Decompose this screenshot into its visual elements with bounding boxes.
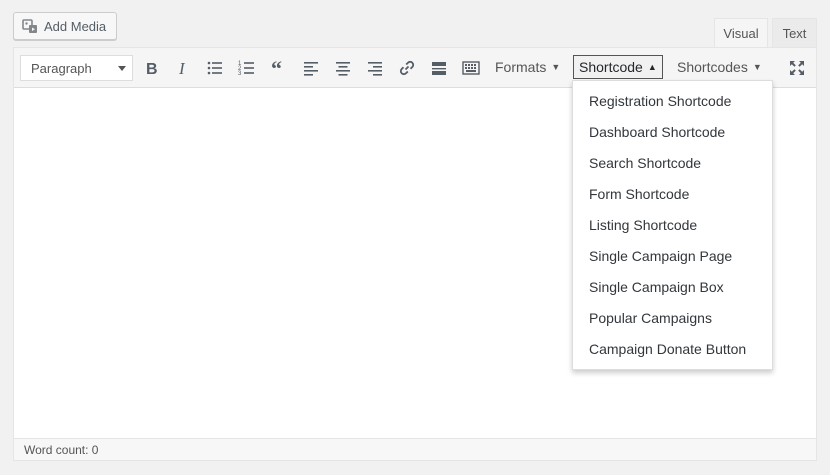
align-center-button[interactable] xyxy=(330,56,356,80)
svg-text:I: I xyxy=(178,59,186,77)
shortcode-label: Shortcode xyxy=(579,59,643,75)
menu-item-registration-shortcode[interactable]: Registration Shortcode xyxy=(573,85,772,116)
numbered-list-icon: 1 2 3 xyxy=(238,61,254,77)
toolbar-toggle-button[interactable] xyxy=(458,56,484,80)
read-more-icon xyxy=(432,62,446,75)
formats-label: Formats xyxy=(495,59,547,75)
menu-item-campaign-donate-button[interactable]: Campaign Donate Button xyxy=(573,333,772,364)
chevron-down-icon xyxy=(118,66,126,71)
tab-visual[interactable]: Visual xyxy=(714,18,768,47)
svg-text:“: “ xyxy=(271,59,282,77)
italic-icon: I xyxy=(178,59,186,77)
word-count: Word count: 0 xyxy=(24,442,99,457)
fullscreen-button[interactable] xyxy=(784,56,810,80)
shortcode-menu-button[interactable]: Shortcode ▲ xyxy=(573,55,663,79)
blockquote-icon: “ xyxy=(271,59,282,77)
menu-item-listing-shortcode[interactable]: Listing Shortcode xyxy=(573,209,772,240)
triangle-up-icon: ▲ xyxy=(647,62,657,72)
add-media-button[interactable]: Add Media xyxy=(13,12,117,40)
shortcodes-menu-button[interactable]: Shortcodes ▼ xyxy=(677,55,762,79)
fullscreen-icon xyxy=(790,61,804,75)
bold-icon: B xyxy=(146,61,158,77)
svg-text:3: 3 xyxy=(238,71,242,77)
read-more-button[interactable] xyxy=(426,56,452,80)
triangle-down-icon: ▼ xyxy=(752,62,762,72)
media-icon xyxy=(22,19,37,33)
align-right-icon xyxy=(368,62,382,76)
menu-item-single-campaign-box[interactable]: Single Campaign Box xyxy=(573,271,772,302)
menu-item-search-shortcode[interactable]: Search Shortcode xyxy=(573,147,772,178)
align-left-icon xyxy=(304,62,318,76)
bulleted-list-icon xyxy=(207,61,222,75)
align-left-button[interactable] xyxy=(298,56,324,80)
blockquote-button[interactable]: “ xyxy=(266,56,292,80)
bold-button[interactable]: B xyxy=(138,56,164,80)
toolbar-toggle-icon xyxy=(462,61,480,75)
align-center-icon xyxy=(336,62,350,76)
svg-text:B: B xyxy=(146,61,158,77)
link-button[interactable] xyxy=(394,56,420,80)
triangle-down-icon: ▼ xyxy=(551,62,561,72)
menu-item-dashboard-shortcode[interactable]: Dashboard Shortcode xyxy=(573,116,772,147)
italic-button[interactable]: I xyxy=(170,56,196,80)
menu-item-popular-campaigns[interactable]: Popular Campaigns xyxy=(573,302,772,333)
menu-item-single-campaign-page[interactable]: Single Campaign Page xyxy=(573,240,772,271)
tab-text[interactable]: Text xyxy=(772,18,817,47)
numbered-list-button[interactable]: 1 2 3 xyxy=(234,56,260,80)
formats-menu-button[interactable]: Formats ▼ xyxy=(495,55,560,79)
link-icon xyxy=(399,60,415,76)
add-media-label: Add Media xyxy=(44,18,107,34)
paragraph-format-select[interactable]: Paragraph xyxy=(20,55,133,81)
status-bar: Word count: 0 xyxy=(14,438,816,460)
shortcodes-label: Shortcodes xyxy=(677,59,748,75)
align-right-button[interactable] xyxy=(362,56,388,80)
shortcode-dropdown-menu: Registration Shortcode Dashboard Shortco… xyxy=(572,80,773,370)
menu-item-form-shortcode[interactable]: Form Shortcode xyxy=(573,178,772,209)
bulleted-list-button[interactable] xyxy=(202,56,228,80)
format-select-value: Paragraph xyxy=(31,60,92,76)
